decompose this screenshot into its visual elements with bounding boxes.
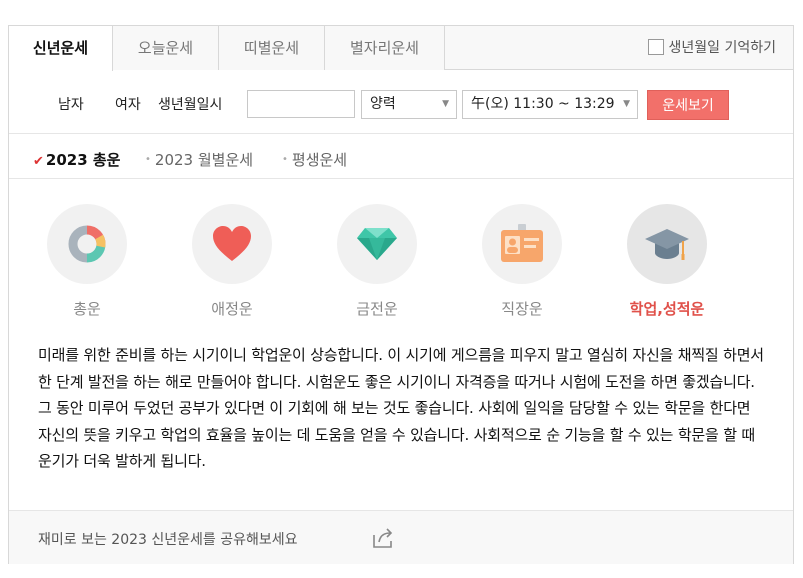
fortune-subtabs: ✔ 2023 총운 • 2023 월별운세 • 평생운세: [9, 135, 793, 179]
share-icon[interactable]: [372, 527, 396, 549]
heart-icon: [213, 226, 251, 261]
calendar-type-value: 양력: [370, 96, 396, 112]
category-icon-circle: [482, 204, 562, 284]
subtab-label: 평생운세: [291, 151, 348, 169]
gender-male-option[interactable]: 남자: [58, 94, 84, 114]
birthdate-input[interactable]: [247, 90, 355, 118]
category-career[interactable]: 직장운: [482, 204, 562, 319]
fortune-card: 신년운세 오늘운세 띠별운세 별자리운세 생년월일 기억하기 남자 여자 생년월…: [8, 25, 794, 564]
chevron-down-icon: ▼: [623, 99, 630, 109]
diamond-icon: [357, 228, 397, 260]
category-icon-circle: [47, 204, 127, 284]
share-bar: 재미로 보는 2023 신년운세를 공유해보세요: [9, 510, 793, 564]
category-icon-circle: [627, 204, 707, 284]
category-study[interactable]: 학업,성적운: [627, 204, 707, 319]
share-text: 재미로 보는 2023 신년운세를 공유해보세요: [38, 532, 298, 548]
birth-time-select[interactable]: 午(오) 11:30 ~ 13:29 ▼: [462, 90, 638, 119]
graduation-cap-icon: [645, 229, 689, 260]
subtab-2023-total[interactable]: ✔ 2023 총운: [33, 149, 120, 170]
bullet-icon: •: [145, 154, 151, 165]
subtab-label: 2023 총운: [45, 151, 121, 169]
remember-label: 생년월일 기억하기: [668, 40, 777, 56]
tab-zodiac-animal-fortune[interactable]: 띠별운세: [219, 26, 325, 70]
donut-chart-icon: [68, 225, 106, 263]
tab-today-fortune[interactable]: 오늘운세: [113, 26, 219, 70]
tab-constellation-fortune[interactable]: 별자리운세: [325, 26, 445, 70]
gender-female-option[interactable]: 여자: [115, 94, 141, 114]
category-label: 애정운: [211, 300, 253, 318]
bullet-icon: •: [282, 154, 288, 165]
subtab-2023-monthly[interactable]: • 2023 월별운세: [145, 149, 253, 170]
chevron-down-icon: ▼: [442, 99, 449, 109]
birth-time-value: 午(오) 11:30 ~ 13:29: [471, 96, 615, 112]
fortune-tabs: 신년운세 오늘운세 띠별운세 별자리운세 생년월일 기억하기: [9, 26, 793, 71]
category-money[interactable]: 금전운: [337, 204, 417, 319]
tab-new-year-fortune[interactable]: 신년운세: [9, 26, 113, 71]
view-fortune-button[interactable]: 운세보기: [647, 90, 729, 120]
category-icon-circle: [192, 204, 272, 284]
subtab-lifetime[interactable]: • 평생운세: [282, 149, 347, 170]
id-badge-icon: [501, 224, 543, 262]
remember-checkbox[interactable]: [647, 39, 664, 55]
check-icon: ✔: [33, 154, 44, 169]
category-label: 학업,성적운: [629, 300, 705, 318]
category-total[interactable]: 총운: [47, 204, 127, 319]
calendar-type-select[interactable]: 양력 ▼: [361, 90, 457, 119]
remember-birthdate-toggle[interactable]: 생년월일 기억하기: [647, 37, 777, 57]
birth-form: 남자 여자 생년월일시 양력 ▼ 午(오) 11:30 ~ 13:29 ▼ 운세…: [9, 71, 793, 134]
category-love[interactable]: 애정운: [192, 204, 272, 319]
category-label: 총운: [73, 300, 101, 318]
category-icon-circle: [337, 204, 417, 284]
fortune-description: 미래를 위한 준비를 하는 시기이니 학업운이 상승합니다. 이 시기에 게으름…: [38, 346, 764, 470]
subtab-label: 2023 월별운세: [154, 151, 254, 169]
birth-label: 생년월일시: [158, 97, 223, 113]
category-label: 금전운: [356, 300, 398, 318]
category-label: 직장운: [501, 300, 543, 318]
